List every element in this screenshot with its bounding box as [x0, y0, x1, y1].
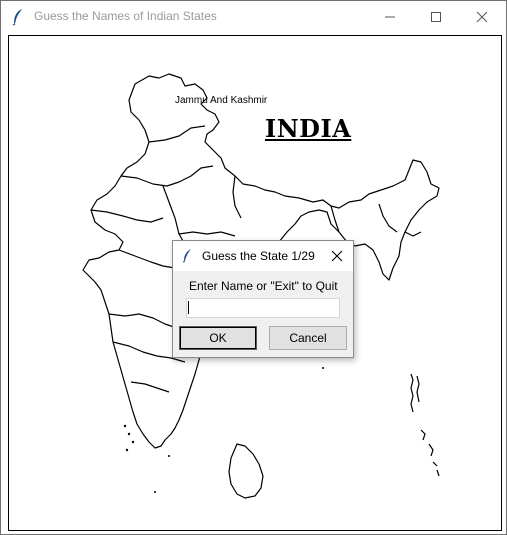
- maximize-icon: [431, 12, 441, 22]
- state-name-input[interactable]: [186, 298, 340, 318]
- map-heading: INDIA: [265, 114, 352, 143]
- title-bar[interactable]: Guess the Names of Indian States: [1, 1, 506, 33]
- close-button[interactable]: [459, 1, 505, 33]
- tk-feather-icon: [12, 9, 22, 26]
- cancel-button[interactable]: Cancel: [269, 326, 347, 350]
- maximize-button[interactable]: [413, 1, 459, 33]
- minimize-button[interactable]: [367, 1, 413, 33]
- close-icon[interactable]: [329, 248, 345, 264]
- close-icon: [476, 11, 488, 23]
- main-window: Guess the Names of Indian States Jammu A…: [0, 0, 507, 535]
- dialog-title: Guess the State 1/29: [202, 249, 315, 263]
- minimize-icon: [385, 16, 395, 18]
- dialog-title-bar[interactable]: Guess the State 1/29: [173, 241, 353, 271]
- ok-button[interactable]: OK: [179, 326, 257, 350]
- text-caret: [188, 301, 189, 314]
- guess-dialog: Guess the State 1/29 Enter Name or "Exit…: [172, 240, 354, 358]
- window-title: Guess the Names of Indian States: [34, 9, 217, 23]
- dialog-prompt: Enter Name or "Exit" to Quit: [189, 279, 338, 293]
- tk-feather-icon: [182, 249, 191, 263]
- state-name-label: Jammu And Kashmir: [175, 95, 268, 106]
